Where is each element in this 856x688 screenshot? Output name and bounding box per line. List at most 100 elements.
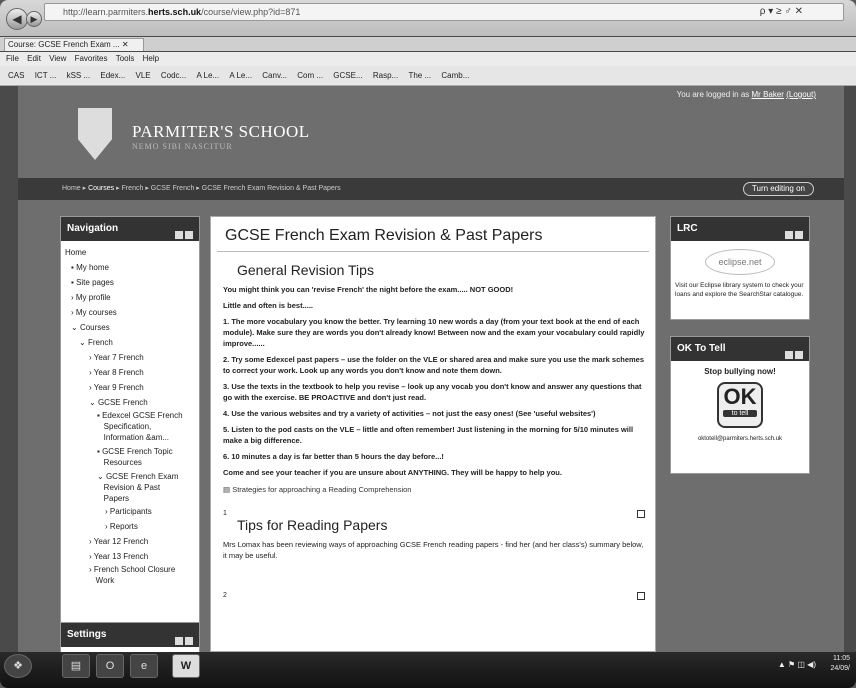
- nav-item-year13[interactable]: › Year 13 French: [65, 549, 195, 564]
- turn-editing-on-button[interactable]: Turn editing on: [742, 182, 814, 196]
- favorite-item[interactable]: A Le...: [196, 71, 219, 80]
- section-2: 2: [211, 566, 655, 600]
- settings-header: Settings: [61, 623, 199, 647]
- ok-to-tell-logo[interactable]: OK to tell: [717, 382, 763, 428]
- url-domain: herts.sch.uk: [148, 7, 202, 17]
- favorite-item[interactable]: Canv...: [262, 71, 287, 80]
- block-controls[interactable]: [783, 345, 803, 359]
- completion-checkbox[interactable]: [637, 592, 645, 600]
- section-1-title: Tips for Reading Papers: [237, 517, 388, 533]
- collapse-icon[interactable]: [175, 637, 183, 645]
- favorite-item[interactable]: ICT ...: [35, 71, 57, 80]
- collapse-icon[interactable]: [785, 351, 793, 359]
- menu-favorites[interactable]: Favorites: [75, 54, 108, 63]
- nav-item-my-profile[interactable]: › My profile: [65, 290, 195, 305]
- library-icon[interactable]: ▤: [62, 654, 90, 678]
- navigation-header: Navigation: [61, 217, 199, 241]
- eclipse-logo[interactable]: eclipse.net: [705, 249, 775, 275]
- nav-item-edexcel-spec[interactable]: ▪ Edexcel GCSE French Specification, Inf…: [65, 410, 195, 443]
- menu-tools[interactable]: Tools: [116, 54, 135, 63]
- favorite-item[interactable]: VLE: [136, 71, 151, 80]
- collapse-icon[interactable]: [175, 231, 183, 239]
- menu-help[interactable]: Help: [143, 54, 159, 63]
- favorite-item[interactable]: CAS: [8, 71, 24, 80]
- dock-icon[interactable]: [185, 637, 193, 645]
- favorite-item[interactable]: GCSE...: [333, 71, 362, 80]
- section-number: 2: [223, 592, 227, 599]
- taskbar: ❖ ▤ O e W ▲ ⚑ ◫ ◀) 11:05 24/09/: [0, 652, 856, 688]
- menu-file[interactable]: File: [6, 54, 19, 63]
- ok-to-tell-block: OK To Tell Stop bullying now! OK to tell…: [670, 336, 810, 474]
- favorite-item[interactable]: Camb...: [441, 71, 469, 80]
- dock-icon[interactable]: [795, 351, 803, 359]
- forward-button[interactable]: ▶: [26, 11, 42, 27]
- menu-view[interactable]: View: [49, 54, 66, 63]
- nav-item-home[interactable]: Home: [65, 245, 195, 260]
- settings-block: Settings: [60, 622, 200, 652]
- nav-item-exam-revision[interactable]: ⌄ GCSE French Exam Revision & Past Paper…: [65, 471, 195, 504]
- nav-item-french[interactable]: ⌄ French: [65, 335, 195, 350]
- dock-icon[interactable]: [795, 231, 803, 239]
- ok-to-tell-title: OK To Tell: [677, 343, 726, 354]
- breadcrumb-french[interactable]: French: [122, 185, 144, 192]
- nav-item-year8[interactable]: › Year 8 French: [65, 365, 195, 380]
- start-button[interactable]: ❖: [4, 654, 32, 678]
- paragraph: 4. Use the various websites and try a va…: [223, 409, 596, 418]
- settings-title: Settings: [67, 629, 107, 640]
- login-text: You are logged in as: [676, 90, 750, 99]
- word-icon[interactable]: W: [172, 654, 200, 678]
- breadcrumb-courses[interactable]: Courses: [88, 185, 114, 192]
- favorite-item[interactable]: The ...: [408, 71, 431, 80]
- logout-link[interactable]: (Logout): [786, 90, 816, 99]
- nav-item-participants[interactable]: › Participants: [65, 504, 195, 519]
- block-controls[interactable]: [173, 631, 193, 645]
- back-button[interactable]: ◀: [6, 8, 28, 30]
- nav-item-my-home[interactable]: ▪ My home: [65, 260, 195, 275]
- completion-checkbox[interactable]: [637, 510, 645, 518]
- ok-to-tell-email[interactable]: oktotell@parmiters.herts.sch.uk: [671, 428, 809, 442]
- nav-item-year9[interactable]: › Year 9 French: [65, 380, 195, 395]
- nav-item-topic-resources[interactable]: ▪ GCSE French Topic Resources: [65, 446, 195, 468]
- favorite-item[interactable]: Edex...: [100, 71, 125, 80]
- address-bar[interactable]: http://learn.parmiters.herts.sch.uk/cour…: [44, 3, 844, 21]
- browser-window: ◀ ▶ http://learn.parmiters.herts.sch.uk/…: [0, 0, 856, 688]
- browser-tab[interactable]: Course: GCSE French Exam ... ✕: [4, 38, 144, 51]
- favorites-bar: CAS ICT ... kSS ... Edex... VLE Codc... …: [0, 66, 856, 86]
- favorite-item[interactable]: Com ...: [297, 71, 323, 80]
- system-tray[interactable]: ▲ ⚑ ◫ ◀): [778, 660, 816, 669]
- paragraph: 6. 10 minutes a day is far better than 5…: [223, 452, 444, 461]
- resource-link[interactable]: ▤ Strategies for approaching a Reading C…: [211, 483, 655, 500]
- favorite-item[interactable]: kSS ...: [67, 71, 91, 80]
- nav-item-gcse-french[interactable]: ⌄ GCSE French: [65, 395, 195, 410]
- breadcrumb-gcse-french[interactable]: GCSE French: [151, 185, 195, 192]
- main-content: GCSE French Exam Revision & Past Papers …: [210, 216, 656, 652]
- nav-item-school-closure[interactable]: › French School Closure Work: [65, 564, 195, 586]
- menu-edit[interactable]: Edit: [27, 54, 41, 63]
- lrc-text: Visit our Eclipse library system to chec…: [675, 282, 804, 298]
- block-controls[interactable]: [173, 225, 193, 239]
- school-crest-logo: [78, 108, 112, 160]
- title-bar: ◀ ▶ http://learn.parmiters.herts.sch.uk/…: [0, 0, 856, 36]
- nav-item-year12[interactable]: › Year 12 French: [65, 534, 195, 549]
- lrc-block: LRC eclipse.net Visit our Eclipse librar…: [670, 216, 810, 320]
- user-link[interactable]: Mr Baker: [752, 90, 784, 99]
- outlook-icon[interactable]: O: [96, 654, 124, 678]
- internet-explorer-icon[interactable]: e: [130, 654, 158, 678]
- nav-item-site-pages[interactable]: ▪ Site pages: [65, 275, 195, 290]
- nav-item-year7[interactable]: › Year 7 French: [65, 350, 195, 365]
- block-controls[interactable]: [783, 225, 803, 239]
- nav-item-reports[interactable]: › Reports: [65, 519, 195, 534]
- favorite-item[interactable]: A Le...: [229, 71, 252, 80]
- breadcrumb-home[interactable]: Home: [62, 185, 81, 192]
- tab-bar: Course: GCSE French Exam ... ✕: [0, 37, 856, 51]
- address-controls[interactable]: ρ ▾ ≥ ♂ ✕: [760, 4, 803, 20]
- collapse-icon[interactable]: [785, 231, 793, 239]
- nav-item-my-courses[interactable]: › My courses: [65, 305, 195, 320]
- dock-icon[interactable]: [185, 231, 193, 239]
- favorite-item[interactable]: Codc...: [161, 71, 186, 80]
- nav-item-courses[interactable]: ⌄ Courses: [65, 320, 195, 335]
- favorite-item[interactable]: Rasp...: [373, 71, 398, 80]
- lrc-header: LRC: [671, 217, 809, 241]
- url-prefix: http://learn.parmiters.: [63, 7, 149, 17]
- clock[interactable]: 11:05 24/09/: [831, 654, 850, 674]
